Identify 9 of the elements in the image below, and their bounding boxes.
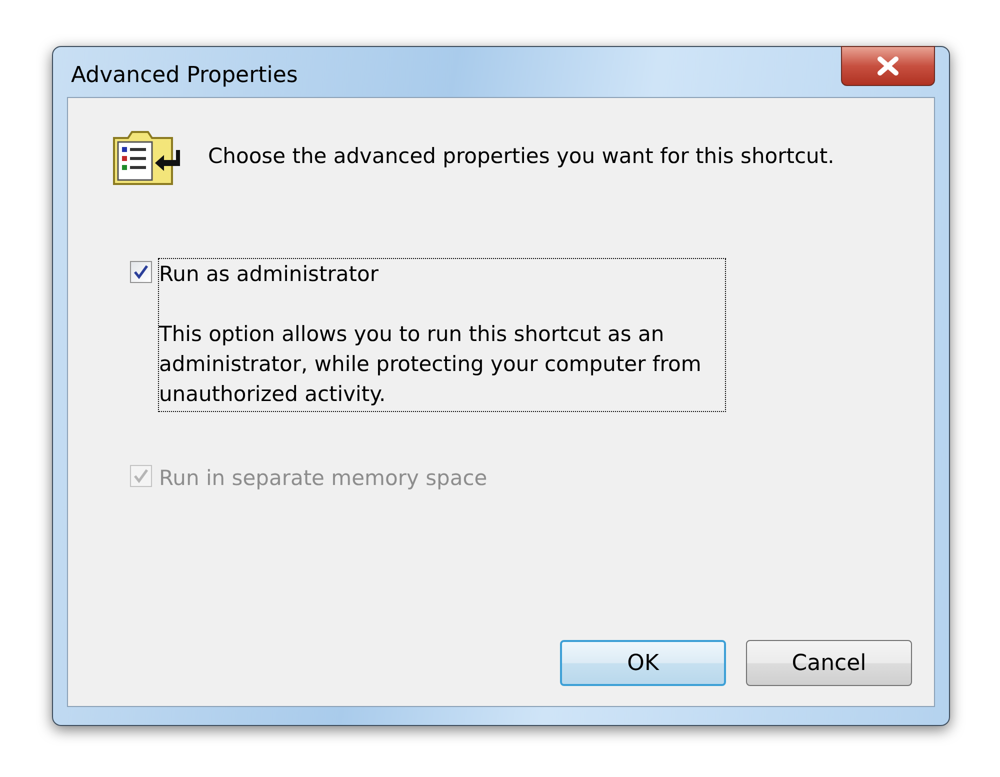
- dialog-button[interactable]: Cancel: [746, 640, 912, 686]
- close-button[interactable]: [841, 46, 935, 86]
- window-title: Advanced Properties: [70, 62, 298, 90]
- header-text: Choose the advanced properties you want for this shortcut.: [208, 143, 834, 170]
- checkbox[interactable]: [130, 261, 152, 283]
- default-button[interactable]: OK: [560, 640, 726, 686]
- close-icon: [876, 56, 900, 76]
- checkbox-label[interactable]: Run as administrator: [159, 259, 723, 289]
- option-description: This option allows you to run this shortcut as an administrator, while protecting your computer from unauthorized activity.: [159, 321, 702, 408]
